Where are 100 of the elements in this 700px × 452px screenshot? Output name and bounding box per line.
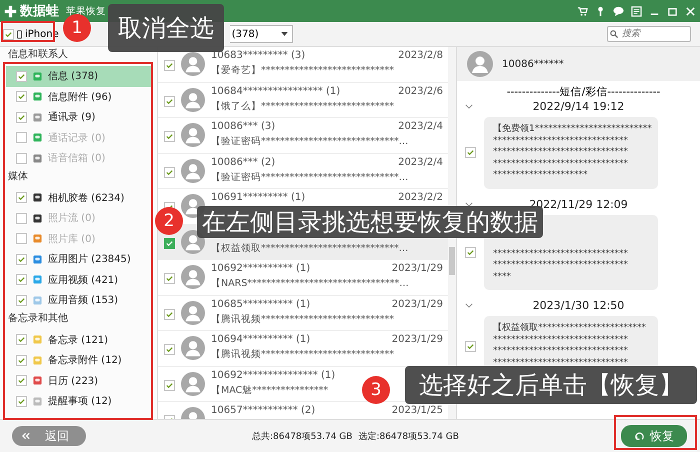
check-icon <box>165 168 174 176</box>
check-icon <box>165 61 174 70</box>
step-number-tooltip: 3 <box>362 376 390 404</box>
check-icon <box>17 254 26 264</box>
chevron-icon[interactable] <box>465 202 473 206</box>
sidebar-item[interactable]: 备忘录附件 (12) <box>6 350 151 370</box>
avatar-icon <box>181 372 205 396</box>
checkbox[interactable] <box>465 246 476 258</box>
checkbox[interactable] <box>16 70 27 82</box>
check-icon <box>165 310 174 318</box>
sidebar-item[interactable]: 通讯录 (9) <box>6 107 151 128</box>
cart-icon[interactable] <box>577 6 588 16</box>
total-summary: 总共:86478项53.74 GB <box>252 430 352 442</box>
check-icon <box>466 248 475 257</box>
chevron-icon[interactable] <box>465 303 473 308</box>
check-icon <box>466 148 475 158</box>
checkbox[interactable] <box>164 380 175 390</box>
avatar-icon <box>181 158 205 182</box>
check-icon <box>17 193 26 202</box>
notes-icon[interactable] <box>631 6 642 16</box>
group-heading: 媒体 <box>8 170 28 182</box>
checkbox[interactable] <box>16 192 27 204</box>
sender-number: 10086*** (2) <box>211 156 276 168</box>
message-row[interactable]: 10692********** (1) 2023/1/29 【NARS********************************… <box>158 260 448 296</box>
avatar-icon <box>181 123 205 147</box>
message-preview: 【NARS********************************… <box>211 277 409 290</box>
message-preview: 【权益领取*****************************… <box>211 242 408 254</box>
checkbox[interactable] <box>164 131 175 142</box>
search-icon <box>610 30 618 38</box>
message-row[interactable]: 10086*** (2) 2023/2/4 【验证密码*****************************… <box>158 154 448 189</box>
checkbox[interactable] <box>164 273 175 284</box>
checkbox[interactable] <box>164 238 175 248</box>
sender-number: 10683********* (3) <box>211 50 306 62</box>
sidebar-item[interactable]: 应用视频 (421) <box>6 270 151 290</box>
section-label: --------------短信/彩信-------------- <box>506 85 662 99</box>
sidebar-item[interactable]: 信息附件 (96) <box>6 86 151 107</box>
message-row[interactable]: 10684**************** (1) 2023/2/6 【饿了么】**************************** <box>158 82 448 118</box>
checkbox[interactable] <box>164 60 175 71</box>
checkbox[interactable] <box>16 254 27 265</box>
message-preview: 【验证密码*****************************… <box>211 135 408 148</box>
sender-number: 10692*************** (1) <box>211 370 336 382</box>
sidebar-item[interactable]: 备忘录 (121) <box>6 330 151 350</box>
message-date: 2023/2/4 <box>398 156 443 168</box>
callout-tooltip: 在左侧目录挑选想要恢复的数据 <box>197 206 543 238</box>
maximize-icon[interactable] <box>667 6 678 16</box>
sidebar-item[interactable]: 应用音频 (153) <box>6 290 151 310</box>
checkbox[interactable] <box>16 396 27 407</box>
checkbox[interactable] <box>164 96 175 106</box>
message-row[interactable]: 10685********** (1) 2023/1/29 【腾讯视频**************************** <box>158 296 448 331</box>
message-preview: 【饿了么】**************************** <box>211 100 394 112</box>
message-row[interactable]: 10086*** (3) 2023/2/4 【验证密码*****************************… <box>158 118 448 154</box>
sidebar-item[interactable]: 信息 (378) <box>6 66 151 86</box>
search-field[interactable]: 搜索 <box>607 26 691 42</box>
checkbox[interactable] <box>3 28 14 40</box>
plus-logo-icon <box>4 4 17 18</box>
checkbox[interactable] <box>164 308 175 320</box>
sidebar-item[interactable]: 日历 (223) <box>6 370 151 391</box>
message-text-line: ****************************** <box>493 136 628 147</box>
message-text-line: 【权益领取************************ <box>493 323 646 334</box>
message-text-line: ****************************** <box>493 248 628 260</box>
message-text-line: ****************************** <box>493 334 628 346</box>
checkbox[interactable] <box>16 354 27 366</box>
recover-button[interactable]: 恢复 <box>621 425 687 447</box>
message-text-line: ****************************** <box>493 260 628 272</box>
group-heading: 信息和联系人 <box>8 49 68 60</box>
filter-dropdown[interactable]: (378) <box>230 25 293 43</box>
checkbox[interactable] <box>16 112 27 123</box>
message-text-line: ****************************** <box>493 158 628 170</box>
message-preview: 【MAC魅**************** <box>211 384 328 396</box>
check-icon <box>17 356 26 365</box>
checkbox[interactable] <box>16 294 27 306</box>
check-icon <box>165 238 174 248</box>
key-icon[interactable] <box>595 6 606 16</box>
callout-tooltip: 取消全选 <box>108 4 224 52</box>
sender-number: 10691********* (1) <box>211 192 306 204</box>
sidebar-item[interactable]: 提醒事项 (12) <box>6 391 151 412</box>
message-date: 2023/1/25 <box>392 405 443 417</box>
checkbox[interactable] <box>16 274 27 286</box>
avatar-icon <box>467 51 493 77</box>
checkbox[interactable] <box>465 340 476 352</box>
message-text-line: ****************************** <box>493 358 628 369</box>
checkbox[interactable] <box>16 91 27 102</box>
check-icon <box>165 274 174 283</box>
checkbox[interactable] <box>164 344 175 355</box>
chevron-icon[interactable] <box>465 104 473 109</box>
message-date: 2023/1/29 <box>392 334 443 346</box>
sidebar-item[interactable]: 应用图片 (23845) <box>6 249 151 270</box>
message-date: 2023/2/6 <box>398 86 443 98</box>
chat-icon[interactable] <box>613 6 624 16</box>
sidebar-item[interactable]: 相机胶卷 (6234) <box>6 188 151 208</box>
checkbox[interactable] <box>164 166 175 178</box>
close-icon[interactable] <box>685 6 696 16</box>
checkbox[interactable] <box>16 375 27 386</box>
message-text-line: ********************* <box>493 170 588 182</box>
sender-number: 10086*** (3) <box>211 121 276 133</box>
checkbox[interactable] <box>16 334 27 346</box>
avatar-icon <box>181 265 205 289</box>
selected-summary: 选定:86478项53.74 GB <box>358 430 459 442</box>
checkbox[interactable] <box>465 147 476 158</box>
message-text-line: **** <box>493 272 511 283</box>
